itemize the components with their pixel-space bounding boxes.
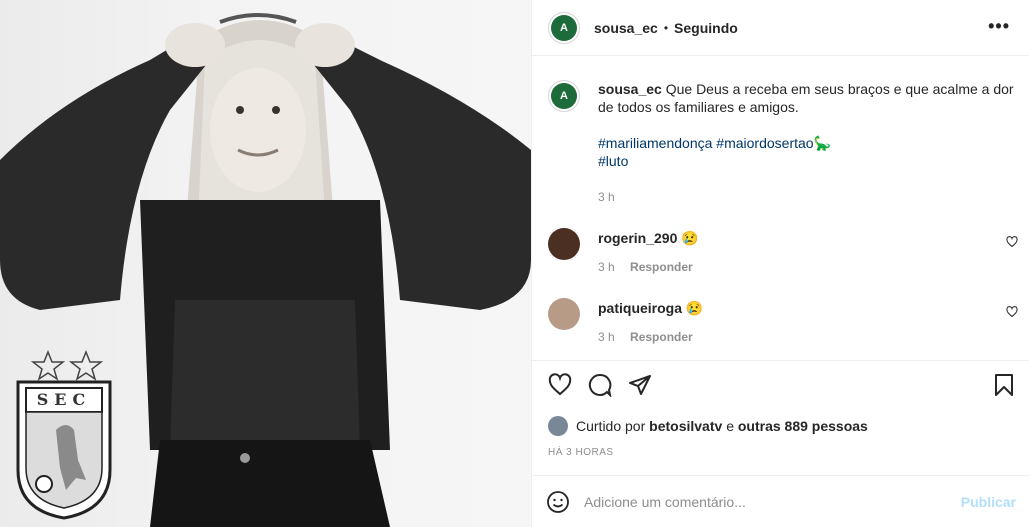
more-options-icon[interactable]: ••• — [988, 16, 1010, 37]
hashtags: #mariliamendonça #maiordosertao🦕 #luto — [598, 134, 1018, 170]
post-actions — [532, 360, 1029, 412]
commenter-avatar[interactable] — [548, 228, 580, 260]
crying-emoji: 😢 — [681, 230, 699, 246]
hashtag-link[interactable]: #mariliamendonça — [598, 135, 712, 151]
comment-username[interactable]: rogerin_290 — [598, 230, 677, 246]
reply-button[interactable]: Responder — [630, 330, 693, 344]
club-crest: SEC — [16, 350, 112, 520]
club-logo-icon: A — [551, 83, 577, 109]
comment-time[interactable]: 3 h — [598, 330, 615, 344]
profile-avatar[interactable]: A — [548, 11, 580, 44]
save-bookmark-icon[interactable] — [992, 373, 1016, 397]
post-header: A sousa_ec • Seguindo ••• — [532, 0, 1029, 56]
caption-avatar[interactable]: A — [548, 80, 580, 112]
post-timestamp[interactable]: HÁ 3 HORAS — [548, 447, 614, 458]
reply-button[interactable]: Responder — [630, 260, 693, 274]
header-username[interactable]: sousa_ec — [594, 20, 658, 36]
like-heart-icon[interactable] — [548, 373, 572, 397]
comment-text: rogerin_290 😢 — [598, 230, 699, 247]
dinosaur-emoji: 🦕 — [813, 135, 832, 151]
follow-button[interactable]: Seguindo — [674, 20, 738, 36]
comment-icon[interactable] — [588, 373, 612, 397]
commenter-avatar[interactable] — [548, 298, 580, 330]
club-logo-icon: A — [551, 14, 577, 41]
comment-meta: 3 h Responder — [598, 330, 693, 344]
likes-summary: Curtido por betosilvatv e outras 889 pes… — [548, 416, 868, 436]
caption: A sousa_ec Que Deus a receba em seus bra… — [548, 80, 1018, 206]
comment-item: patiqueiroga 😢 3 h Responder — [548, 298, 1018, 348]
comment-username[interactable]: patiqueiroga — [598, 300, 682, 316]
likes-connector: e — [726, 418, 734, 434]
like-comment-heart-icon[interactable] — [1006, 236, 1018, 248]
caption-username[interactable]: sousa_ec — [598, 81, 662, 97]
share-direct-icon[interactable] — [628, 373, 652, 397]
comment-time[interactable]: 3 h — [598, 260, 615, 274]
hashtag-link[interactable]: #luto — [598, 153, 628, 169]
crest-text: SEC — [36, 390, 92, 409]
emoji-smiley-icon[interactable] — [546, 490, 570, 514]
separator-dot: • — [663, 20, 669, 35]
liker-username[interactable]: betosilvatv — [649, 418, 722, 434]
add-comment-bar: Adicione um comentário... Publicar — [532, 475, 1029, 527]
comment-text: patiqueiroga 😢 — [598, 300, 703, 317]
likes-prefix: Curtido por — [576, 418, 646, 434]
post-detail-panel: A sousa_ec • Seguindo ••• A sousa_ec Que… — [531, 0, 1029, 527]
crying-emoji: 😢 — [685, 300, 704, 316]
caption-text-block: sousa_ec Que Deus a receba em seus braço… — [598, 80, 1018, 116]
liker-avatar[interactable] — [548, 416, 568, 436]
caption-time[interactable]: 3 h — [598, 188, 1018, 206]
comment-input[interactable]: Adicione um comentário... — [584, 494, 746, 510]
hashtag-link[interactable]: #maiordosertao — [716, 135, 813, 151]
likes-others-link[interactable]: outras 889 pessoas — [738, 418, 868, 434]
comment-meta: 3 h Responder — [598, 260, 693, 274]
publish-button[interactable]: Publicar — [961, 494, 1016, 510]
like-comment-heart-icon[interactable] — [1006, 306, 1018, 318]
post-image[interactable]: SEC — [0, 0, 531, 527]
comment-item: rogerin_290 😢 3 h Responder — [548, 228, 1018, 278]
